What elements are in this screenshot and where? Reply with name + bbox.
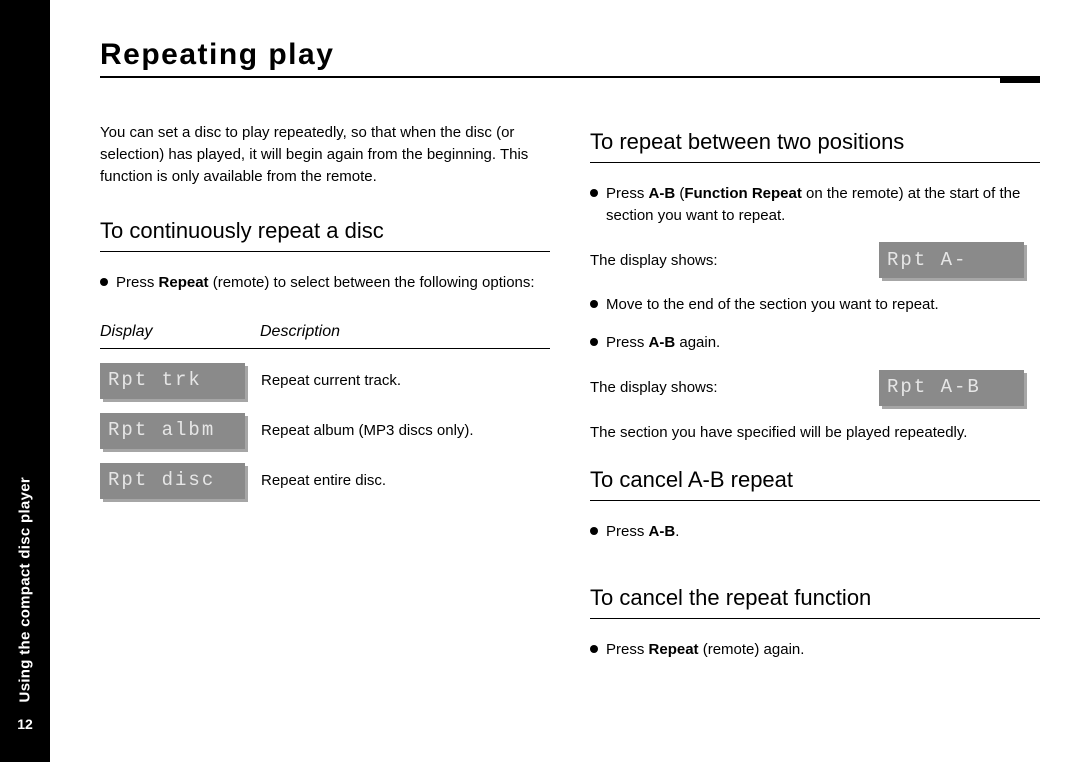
bullet-icon [590, 189, 598, 197]
table-header: Display Description [100, 320, 550, 349]
text: (remote) again. [699, 641, 805, 658]
text-bold: A-B [649, 523, 676, 540]
bullet-text: Press Repeat (remote) again. [606, 639, 1040, 661]
lcd-text: Rpt albm [108, 417, 215, 445]
table-row: Rpt trk Repeat current track. [100, 363, 550, 399]
lcd-text: Rpt A-B [887, 374, 981, 402]
display-shows-label: The display shows: [590, 250, 879, 272]
row-description: Repeat current track. [261, 370, 550, 392]
bullet-text: Press A-B (Function Repeat on the remote… [606, 183, 1040, 227]
row-description: Repeat entire disc. [261, 470, 550, 492]
table-row: Rpt disc Repeat entire disc. [100, 463, 550, 499]
content-area: Repeating play You can set a disc to pla… [100, 38, 1040, 677]
lcd-text: Rpt disc [108, 467, 215, 495]
display-shows-label: The display shows: [590, 377, 879, 399]
bullet-text: Press A-B. [606, 521, 1040, 543]
page-title: Repeating play [100, 38, 1040, 78]
bullet-icon [100, 278, 108, 286]
text: Press [116, 274, 159, 291]
bullet-item: Press A-B again. [590, 332, 1040, 354]
bullet-icon [590, 300, 598, 308]
row-description: Repeat album (MP3 discs only). [261, 420, 550, 442]
text: ( [675, 185, 684, 202]
text: Press [606, 334, 649, 351]
col-header-description: Description [260, 320, 340, 343]
section-cancel-repeat: To cancel the repeat function [590, 582, 1040, 619]
page-number: 12 [17, 716, 33, 732]
lcd-display: Rpt albm [100, 413, 245, 449]
text: Press [606, 641, 649, 658]
column-right: To repeat between two positions Press A-… [590, 122, 1040, 677]
section-continuous-repeat: To continuously repeat a disc [100, 215, 550, 252]
text-bold: Repeat [649, 641, 699, 658]
text-bold: Repeat [159, 274, 209, 291]
page: Using the compact disc player 12 Repeati… [0, 0, 1080, 762]
text: Press [606, 185, 649, 202]
outro-text: The section you have specified will be p… [590, 422, 1040, 444]
lcd-display: Rpt A-B [879, 370, 1024, 406]
bullet-item: Press A-B (Function Repeat on the remote… [590, 183, 1040, 227]
text-bold: Function Repeat [684, 185, 802, 202]
intro-text: You can set a disc to play repeatedly, s… [100, 122, 550, 187]
lcd-display: Rpt disc [100, 463, 245, 499]
columns: You can set a disc to play repeatedly, s… [100, 122, 1040, 677]
lcd-text: Rpt A- [887, 247, 967, 275]
bullet-icon [590, 338, 598, 346]
section-cancel-ab: To cancel A-B repeat [590, 464, 1040, 501]
text: . [675, 523, 679, 540]
text-bold: A-B [649, 334, 676, 351]
bullet-text: Press Repeat (remote) to select between … [116, 272, 550, 294]
bullet-icon [590, 645, 598, 653]
section-repeat-two-positions: To repeat between two positions [590, 126, 1040, 163]
bullet-item: Press Repeat (remote) to select between … [100, 272, 550, 294]
lcd-display: Rpt trk [100, 363, 245, 399]
bullet-text: Move to the end of the section you want … [606, 294, 1040, 316]
lcd-display: Rpt A- [879, 242, 1024, 278]
bullet-item: Move to the end of the section you want … [590, 294, 1040, 316]
text: Press [606, 523, 649, 540]
column-left: You can set a disc to play repeatedly, s… [100, 122, 550, 677]
bullet-text: Press A-B again. [606, 332, 1040, 354]
lcd-text: Rpt trk [108, 367, 202, 395]
display-shows-row: The display shows: Rpt A-B [590, 370, 1040, 406]
display-shows-row: The display shows: Rpt A- [590, 242, 1040, 278]
text-bold: A-B [649, 185, 676, 202]
col-header-display: Display [100, 320, 260, 343]
bullet-item: Press Repeat (remote) again. [590, 639, 1040, 661]
text: (remote) to select between the following… [209, 274, 535, 291]
chapter-label: Using the compact disc player [17, 477, 34, 702]
text: again. [675, 334, 720, 351]
bullet-icon [590, 527, 598, 535]
table-row: Rpt albm Repeat album (MP3 discs only). [100, 413, 550, 449]
bullet-item: Press A-B. [590, 521, 1040, 543]
sidebar: Using the compact disc player 12 [0, 0, 50, 762]
